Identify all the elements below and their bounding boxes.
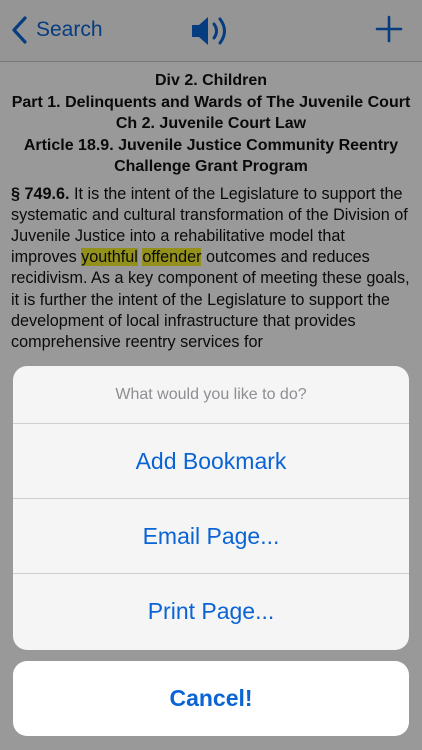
cancel-button[interactable]: Cancel! [13,661,409,736]
action-sheet: What would you like to do? Add Bookmark … [13,366,409,650]
action-sheet-title: What would you like to do? [13,366,409,424]
print-page-button[interactable]: Print Page... [13,574,409,649]
email-page-button[interactable]: Email Page... [13,499,409,574]
add-bookmark-button[interactable]: Add Bookmark [13,424,409,499]
